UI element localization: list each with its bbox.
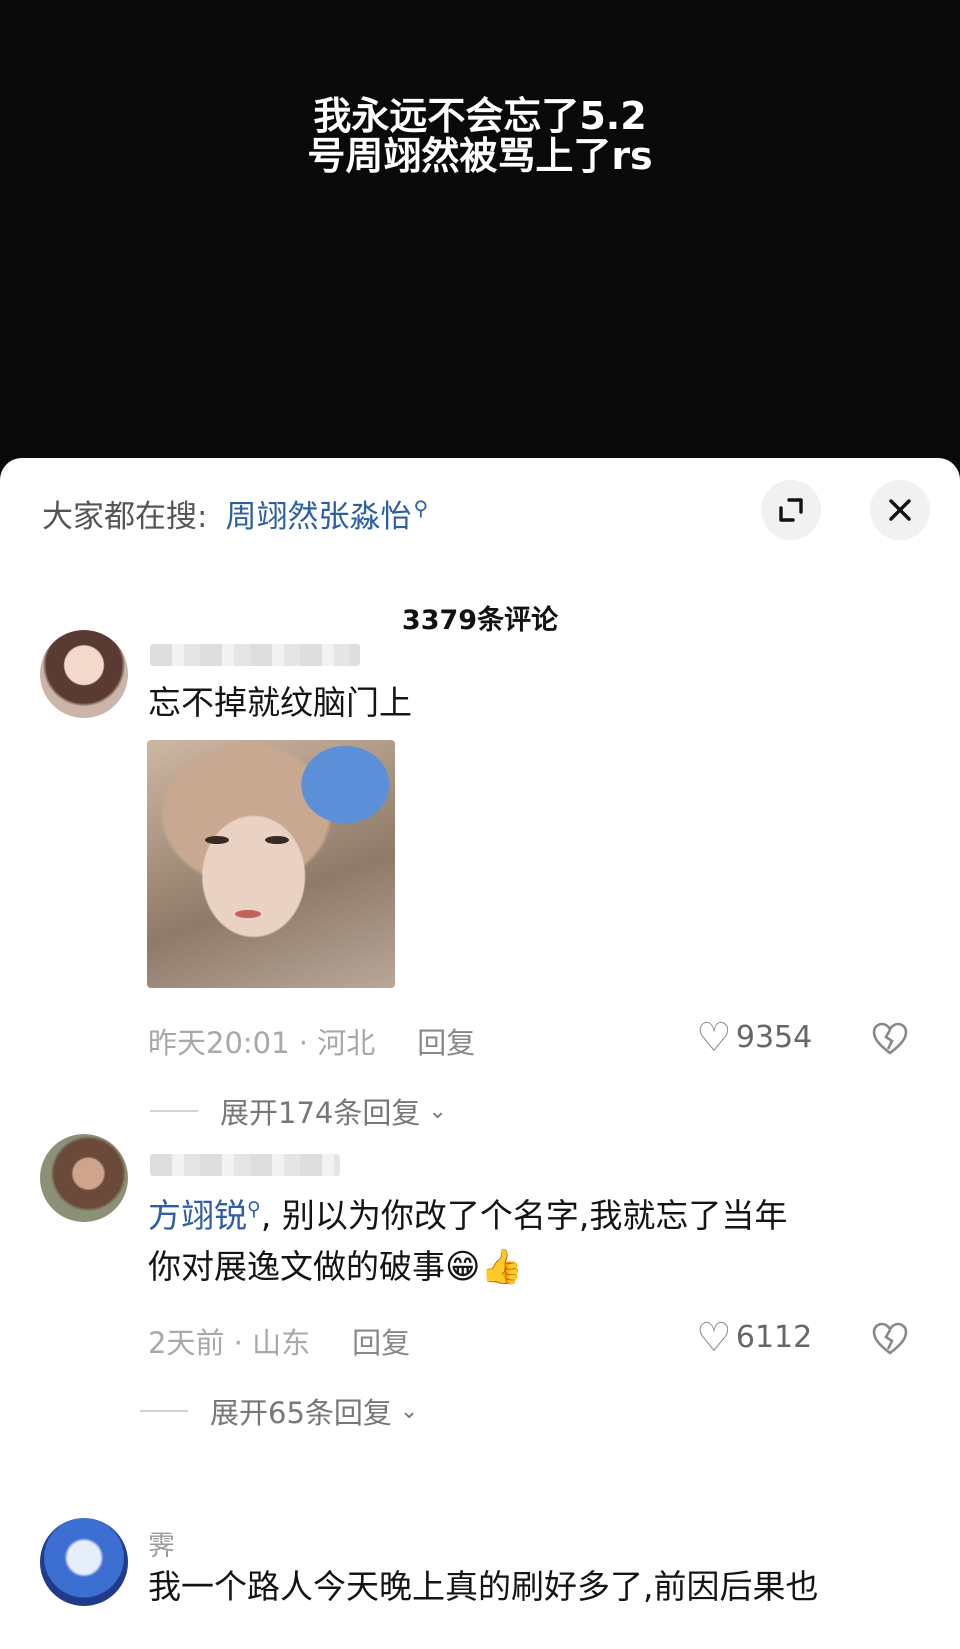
comment-meta: 2天前 · 山东 回复 bbox=[148, 1320, 410, 1362]
comment-time-location: 2天前 · 山东 bbox=[148, 1326, 311, 1360]
chevron-down-icon: ⌄ bbox=[428, 1098, 447, 1124]
trending-search-bar: 大家都在搜: 周翊然张淼怡 ⚲ bbox=[42, 488, 428, 538]
heart-icon: ♡ bbox=[696, 1014, 732, 1061]
image-eye bbox=[205, 836, 229, 844]
caption-line-2: 号周翊然被骂上了rs bbox=[307, 134, 653, 178]
divider bbox=[150, 1110, 198, 1112]
close-button[interactable] bbox=[870, 480, 930, 540]
avatar[interactable] bbox=[40, 1518, 128, 1606]
expand-replies-button[interactable]: 展开65条回复 ⌄ bbox=[140, 1390, 418, 1432]
like-button[interactable]: ♡ 9354 bbox=[696, 1014, 813, 1061]
comments-sheet: 大家都在搜: 周翊然张淼怡 ⚲ 3379条评论 忘不掉就纹脑门上 昨天20:01 … bbox=[0, 458, 960, 1649]
mention-name[interactable]: 方翊锐 bbox=[148, 1196, 247, 1235]
comment-text: 我一个路人今天晚上真的刷好多了,前因后果也 bbox=[148, 1567, 819, 1606]
heart-icon: ♡ bbox=[696, 1314, 732, 1361]
avatar[interactable] bbox=[40, 630, 128, 718]
like-button[interactable]: ♡ 6112 bbox=[696, 1314, 813, 1361]
username-redacted[interactable] bbox=[150, 1154, 340, 1176]
caption-line-1: 我永远不会忘了5.2 bbox=[313, 94, 647, 138]
comment-meta: 昨天20:01 · 河北 回复 bbox=[148, 1020, 475, 1062]
video-area[interactable]: 我永远不会忘了5.2 号周翊然被骂上了rs bbox=[0, 0, 960, 470]
broken-heart-icon bbox=[872, 1022, 908, 1055]
username-redacted[interactable] bbox=[150, 644, 360, 666]
comment-time-location: 昨天20:01 · 河北 bbox=[148, 1026, 376, 1060]
like-count: 9354 bbox=[735, 1020, 813, 1055]
like-count: 6112 bbox=[735, 1320, 813, 1355]
chevron-down-icon: ⌄ bbox=[399, 1398, 419, 1424]
expand-icon bbox=[779, 498, 803, 522]
comment-text: , 别以为你改了个名字,我就忘了当年 bbox=[260, 1196, 788, 1235]
expand-replies-button[interactable]: 展开174条回复 ⌄ bbox=[150, 1090, 447, 1132]
divider bbox=[140, 1410, 188, 1412]
trending-search-term[interactable]: 周翊然张淼怡 ⚲ bbox=[225, 491, 428, 536]
expand-button[interactable] bbox=[761, 480, 821, 540]
close-icon bbox=[889, 499, 911, 521]
comment-count: 3379条评论 bbox=[401, 605, 559, 636]
comment-text-line-1: 方翊锐⚲, 别以为你改了个名字,我就忘了当年 bbox=[148, 1180, 787, 1245]
image-mouth bbox=[235, 910, 261, 918]
trending-search-term-text[interactable]: 周翊然张淼怡 bbox=[225, 499, 411, 535]
mention-link[interactable]: 方翊锐⚲ bbox=[148, 1196, 261, 1235]
comment-text-line-2: 你对展逸文做的破事😁👍 bbox=[148, 1238, 523, 1296]
video-caption: 我永远不会忘了5.2 号周翊然被骂上了rs bbox=[0, 96, 960, 176]
image-eye bbox=[265, 836, 289, 844]
expand-replies-label[interactable]: 展开174条回复 bbox=[220, 1090, 420, 1132]
dislike-button[interactable] bbox=[872, 1022, 908, 1058]
avatar[interactable] bbox=[40, 1134, 128, 1222]
reply-button[interactable]: 回复 bbox=[352, 1326, 410, 1360]
comment-text: 你对展逸文做的破事 bbox=[148, 1247, 445, 1286]
expand-replies-label[interactable]: 展开65条回复 bbox=[210, 1390, 392, 1432]
emoji: 😁👍 bbox=[445, 1247, 523, 1287]
comment-image[interactable] bbox=[147, 740, 395, 988]
reply-button[interactable]: 回复 bbox=[417, 1026, 475, 1060]
trending-search-label: 大家都在搜: bbox=[42, 498, 208, 535]
dislike-button[interactable] bbox=[872, 1322, 908, 1358]
broken-heart-icon bbox=[872, 1322, 908, 1355]
search-icon: ⚲ bbox=[247, 1198, 261, 1220]
comment-text: 忘不掉就纹脑门上 bbox=[148, 683, 412, 722]
search-icon: ⚲ bbox=[413, 496, 429, 521]
